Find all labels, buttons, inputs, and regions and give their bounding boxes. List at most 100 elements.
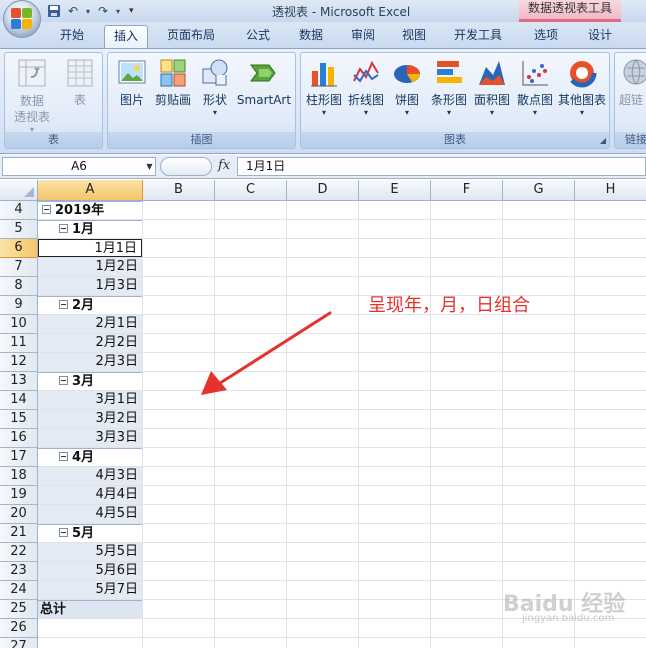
row-header[interactable]: 26 xyxy=(0,619,38,638)
select-all-corner[interactable] xyxy=(0,180,38,201)
tab-insert[interactable]: 插入 xyxy=(104,25,148,48)
clip-art-button[interactable]: 剪贴画 xyxy=(152,57,194,108)
row-header[interactable]: 12 xyxy=(0,353,38,372)
row-header[interactable]: 8 xyxy=(0,277,38,296)
row-header[interactable]: 5 xyxy=(0,220,38,239)
insert-function-icon[interactable]: fx xyxy=(218,158,230,173)
row-header[interactable]: 15 xyxy=(0,410,38,429)
tab-view[interactable]: 视图 xyxy=(393,25,435,48)
customize-qat-icon[interactable]: ▾ xyxy=(129,6,134,16)
collapse-toggle-icon[interactable] xyxy=(42,205,51,214)
row-header[interactable]: 16 xyxy=(0,429,38,448)
other-charts-button[interactable]: 其他图表 ▾ xyxy=(556,57,608,118)
redo-icon[interactable]: ↷ xyxy=(95,3,111,19)
picture-button[interactable]: 图片 xyxy=(113,57,151,108)
table-row: 5月5日 xyxy=(38,543,646,562)
row-header[interactable]: 10 xyxy=(0,315,38,334)
column-header-f[interactable]: F xyxy=(431,180,503,201)
column-chart-button[interactable]: 柱形图 ▾ xyxy=(304,57,344,118)
row-header[interactable]: 21 xyxy=(0,524,38,543)
row-header[interactable]: 24 xyxy=(0,581,38,600)
pivot-day-cell[interactable]: 1月1日 xyxy=(38,239,142,257)
pivot-month-cell[interactable]: 5月 xyxy=(38,524,142,542)
pivot-total-cell[interactable]: 总计 xyxy=(38,600,142,618)
formula-bar-resize-handle[interactable] xyxy=(160,157,212,176)
area-chart-button[interactable]: 面积图 ▾ xyxy=(472,57,512,118)
scatter-chart-button[interactable]: 散点图 ▾ xyxy=(515,57,555,118)
row-header[interactable]: 23 xyxy=(0,562,38,581)
tab-review[interactable]: 审阅 xyxy=(342,25,384,48)
tab-data[interactable]: 数据 xyxy=(289,25,333,48)
row-header[interactable]: 11 xyxy=(0,334,38,353)
pivot-month-cell[interactable]: 1月 xyxy=(38,220,142,238)
column-header-a[interactable]: A xyxy=(38,180,143,201)
pivot-day-cell[interactable]: 4月4日 xyxy=(38,486,142,504)
shapes-button[interactable]: 形状 ▾ xyxy=(197,57,233,118)
pivot-day-cell[interactable]: 5月6日 xyxy=(38,562,142,580)
bar-chart-button[interactable]: 条形图 ▾ xyxy=(429,57,469,118)
smartart-button[interactable]: SmartArt xyxy=(235,57,293,108)
pivot-month-cell[interactable]: 4月 xyxy=(38,448,142,466)
name-box-dropdown-icon[interactable]: ▼ xyxy=(143,157,156,176)
tab-design[interactable]: 设计 xyxy=(582,25,618,48)
tab-developer[interactable]: 开发工具 xyxy=(447,25,509,48)
pivot-day-cell[interactable]: 1月2日 xyxy=(38,258,142,276)
name-box[interactable]: A6 xyxy=(2,157,156,176)
pie-chart-button[interactable]: 饼图 ▾ xyxy=(390,57,424,118)
column-header-e[interactable]: E xyxy=(359,180,431,201)
pivot-day-cell[interactable]: 3月2日 xyxy=(38,410,142,428)
row-header[interactable]: 19 xyxy=(0,486,38,505)
pivot-month-cell[interactable]: 3月 xyxy=(38,372,142,390)
worksheet-grid[interactable]: A B C D E F G H 4 2019年 5 1月 6 1月1日 7 1月2日 8 1月3日 9 2月 10 2月1… xyxy=(0,180,646,648)
formula-input[interactable]: 1月1日 xyxy=(237,157,646,176)
row-header[interactable]: 4 xyxy=(0,201,38,220)
pivot-day-cell[interactable]: 3月1日 xyxy=(38,391,142,409)
pivot-year-cell[interactable]: 2019年 xyxy=(38,201,142,219)
pivot-day-cell[interactable]: 1月3日 xyxy=(38,277,142,295)
column-header-c[interactable]: C xyxy=(215,180,287,201)
pivot-day-cell[interactable]: 5月7日 xyxy=(38,581,142,599)
pivot-day-cell[interactable]: 5月5日 xyxy=(38,543,142,561)
tab-page-layout[interactable]: 页面布局 xyxy=(160,25,222,48)
undo-icon[interactable]: ↶ xyxy=(65,3,81,19)
collapse-toggle-icon[interactable] xyxy=(59,376,68,385)
collapse-toggle-icon[interactable] xyxy=(59,300,68,309)
undo-dropdown-icon[interactable]: ▾ xyxy=(84,3,92,19)
pivot-table-button[interactable]: 数据 透视表 ▾ xyxy=(11,57,53,135)
redo-dropdown-icon[interactable]: ▾ xyxy=(114,3,122,19)
pivot-day-cell[interactable]: 4月3日 xyxy=(38,467,142,485)
row-header[interactable]: 13 xyxy=(0,372,38,391)
tab-options[interactable]: 选项 xyxy=(528,25,564,48)
pivot-day-cell[interactable]: 4月5日 xyxy=(38,505,142,523)
row-header[interactable]: 14 xyxy=(0,391,38,410)
row-header[interactable]: 22 xyxy=(0,543,38,562)
collapse-toggle-icon[interactable] xyxy=(59,224,68,233)
row-header[interactable]: 7 xyxy=(0,258,38,277)
column-header-g[interactable]: G xyxy=(503,180,575,201)
collapse-toggle-icon[interactable] xyxy=(59,528,68,537)
line-chart-button[interactable]: 折线图 ▾ xyxy=(346,57,386,118)
tab-formulas[interactable]: 公式 xyxy=(236,25,280,48)
table-button[interactable]: 表 xyxy=(63,57,97,108)
row-header[interactable]: 9 xyxy=(0,296,38,315)
office-button[interactable] xyxy=(3,0,41,38)
pivot-day-cell[interactable]: 3月3日 xyxy=(38,429,142,447)
row-header[interactable]: 6 xyxy=(0,239,38,258)
pivot-day-cell[interactable]: 2月1日 xyxy=(38,315,142,333)
collapse-toggle-icon[interactable] xyxy=(59,452,68,461)
charts-dialog-launcher-icon[interactable]: ◢ xyxy=(600,136,606,145)
column-header-b[interactable]: B xyxy=(143,180,215,201)
row-header[interactable]: 18 xyxy=(0,467,38,486)
row-header[interactable]: 20 xyxy=(0,505,38,524)
column-header-h[interactable]: H xyxy=(575,180,646,201)
pivot-day-cell[interactable]: 2月2日 xyxy=(38,334,142,352)
pivot-month-cell[interactable]: 2月 xyxy=(38,296,142,314)
row-header[interactable]: 17 xyxy=(0,448,38,467)
row-header[interactable]: 25 xyxy=(0,600,38,619)
pivot-day-cell[interactable]: 2月3日 xyxy=(38,353,142,371)
save-icon[interactable] xyxy=(46,3,62,19)
column-header-d[interactable]: D xyxy=(287,180,359,201)
hyperlink-button[interactable]: 超链 xyxy=(619,57,646,108)
tab-home[interactable]: 开始 xyxy=(52,25,92,48)
row-header[interactable]: 27 xyxy=(0,638,38,648)
